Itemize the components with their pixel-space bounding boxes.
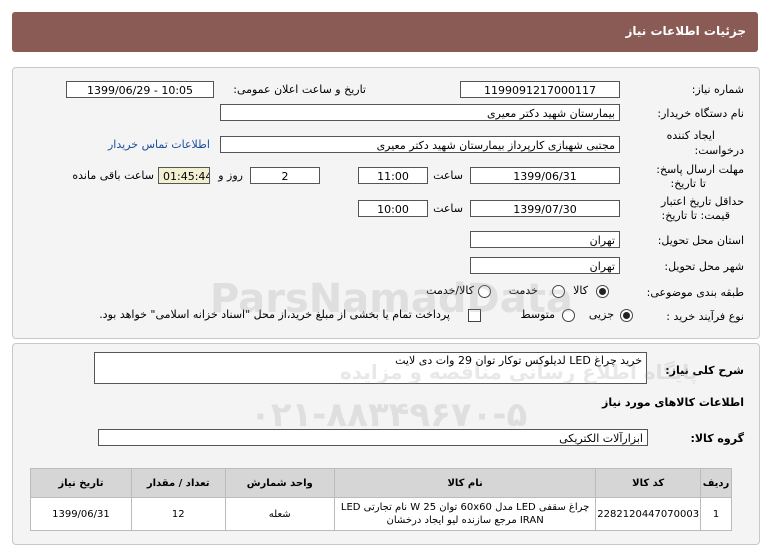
category-radio-both[interactable] xyxy=(478,285,491,298)
process-medium-label: متوسط xyxy=(520,308,555,321)
col-qty-header: تعداد / مقدار xyxy=(130,468,226,498)
goods-group-label: گروه کالا: xyxy=(690,432,744,445)
col-code-header: کد کالا xyxy=(595,468,702,498)
need-number-label: شماره نیاز: xyxy=(691,83,744,96)
creator-label-2: درخواست: xyxy=(694,144,744,157)
items-table: ردیف کد کالا نام کالا واحد شمارش تعداد /… xyxy=(30,468,732,531)
category-goods-label: کالا xyxy=(573,284,588,297)
validity-date-field: 1399/07/30 xyxy=(470,200,620,217)
category-both-label: کالا/خدمت xyxy=(426,284,474,297)
col-index-header: ردیف xyxy=(700,468,732,498)
row-index: 1 xyxy=(700,497,732,531)
buyer-contact-link[interactable]: اطلاعات تماس خریدار xyxy=(108,138,210,151)
col-date-header: تاریخ نیاز xyxy=(30,468,132,498)
category-label: طبقه بندی موضوعی: xyxy=(646,286,744,299)
description-label: شرح کلی نیاز: xyxy=(665,364,744,377)
process-radio-medium[interactable] xyxy=(562,309,575,322)
goods-group-field: ابزارآلات الکتریکی xyxy=(98,429,648,446)
remaining-label: ساعت باقی مانده xyxy=(72,169,154,182)
deadline-time-label: ساعت xyxy=(433,169,463,182)
row-unit: شعله xyxy=(224,497,335,531)
goods-section-title: اطلاعات کالاهای مورد نیاز xyxy=(602,396,744,409)
payment-note: پرداخت تمام یا بخشی از مبلغ خرید،از محل … xyxy=(99,308,450,321)
page-title: جزئیات اطلاعات نیاز xyxy=(625,24,746,38)
items-table-header: ردیف کد کالا نام کالا واحد شمارش تعداد /… xyxy=(30,468,732,498)
validity-time-field: 10:00 xyxy=(358,200,428,217)
validity-label-1: حداقل تاریخ اعتبار xyxy=(660,195,744,208)
description-field: خرید چراغ LED لدیلوکس توکار توان 29 وات … xyxy=(94,352,647,384)
process-radio-minor[interactable] xyxy=(620,309,633,322)
table-row: 1 2282120447070003 چراغ سقفی LED مدل 60x… xyxy=(30,497,732,531)
province-label: استان محل تحویل: xyxy=(657,234,744,247)
row-code: 2282120447070003 xyxy=(595,497,702,531)
col-name-header: نام کالا xyxy=(333,468,597,498)
deadline-date-field: 1399/06/31 xyxy=(470,167,620,184)
announce-label: تاریخ و ساعت اعلان عمومی: xyxy=(233,83,366,96)
validity-time-label: ساعت xyxy=(433,202,463,215)
need-number-field: 1199091217000117 xyxy=(460,81,620,98)
buyer-field: بیمارستان شهید دکتر معیری xyxy=(220,104,620,121)
creator-field: مجتبی شهبازی کارپرداز بیمارستان شهید دکت… xyxy=(220,136,620,153)
days-field: 2 xyxy=(250,167,320,184)
page-header: جزئیات اطلاعات نیاز xyxy=(12,12,758,52)
row-name: چراغ سقفی LED مدل 60x60 توان 25 W نام تج… xyxy=(333,497,597,531)
city-label: شهر محل تحویل: xyxy=(664,260,744,273)
category-radio-goods[interactable] xyxy=(596,285,609,298)
buyer-label: نام دستگاه خریدار: xyxy=(657,107,744,120)
province-field: تهران xyxy=(470,231,620,248)
treasury-checkbox[interactable] xyxy=(468,309,481,322)
announce-field: 1399/06/29 - 10:05 xyxy=(66,81,214,98)
row-date: 1399/06/31 xyxy=(30,497,132,531)
category-service-label: خدمت xyxy=(508,284,538,297)
deadline-label-1: مهلت ارسال پاسخ: xyxy=(656,163,744,176)
city-field: تهران xyxy=(470,257,620,274)
category-radio-service[interactable] xyxy=(552,285,565,298)
deadline-label-2: تا تاریخ: xyxy=(670,177,706,190)
process-label: نوع فرآیند خرید : xyxy=(666,310,744,323)
validity-label-2: قیمت: تا تاریخ: xyxy=(661,209,730,222)
row-qty: 12 xyxy=(130,497,226,531)
deadline-time-field: 11:00 xyxy=(358,167,428,184)
creator-label-1: ایجاد کننده xyxy=(666,129,715,142)
remaining-time-field: 01:45:44 xyxy=(158,167,210,184)
days-label: روز و xyxy=(218,169,243,182)
process-minor-label: جزیی xyxy=(588,308,614,321)
col-unit-header: واحد شمارش xyxy=(224,468,335,498)
